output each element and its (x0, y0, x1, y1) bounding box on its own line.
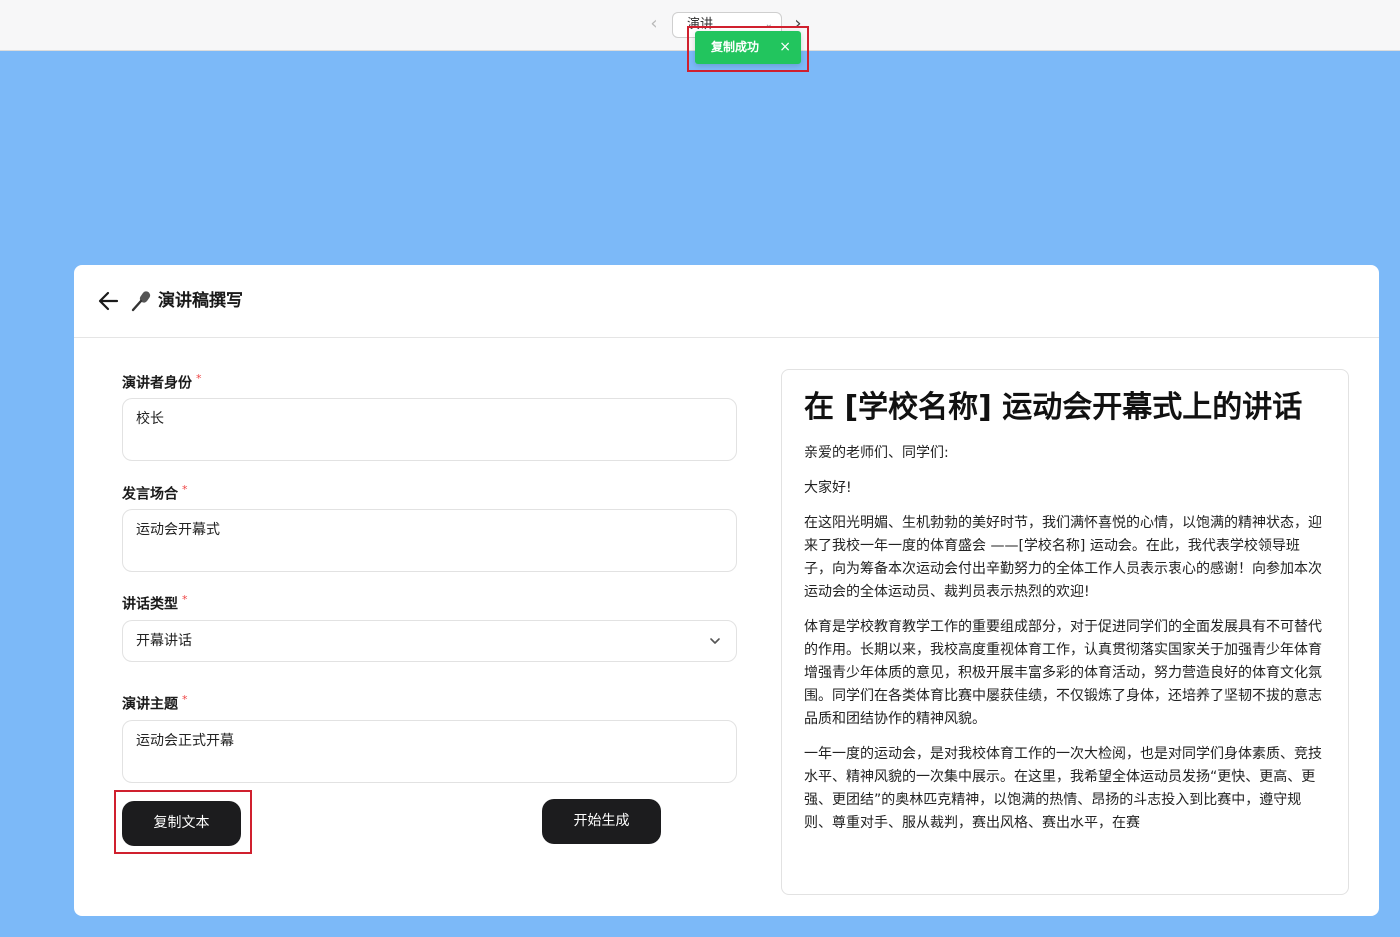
topic-label: 演讲主题 * (122, 690, 188, 715)
success-toast: 复制成功 × (695, 31, 801, 64)
arrow-left-icon[interactable] (96, 287, 122, 315)
speech-type-label-text: 讲话类型 (122, 596, 178, 613)
speech-writer-card: 演讲稿撰写 演讲者身份 * 校长 发言场合 * 运动会开幕式 讲话类型 * 开幕讲话 … (74, 265, 1379, 916)
required-mark: * (182, 593, 188, 606)
card-header: 演讲稿撰写 (74, 265, 1379, 338)
speech-paragraph: 在这阳光明媚、生机勃勃的美好时节，我们满怀喜悦的心情，以饱满的精神状态，迎来了我… (804, 515, 1322, 600)
page-title-text: 演讲稿撰写 (158, 291, 243, 311)
occasion-input[interactable]: 运动会开幕式 (122, 509, 737, 572)
speaker-label-text: 演讲者身份 (122, 375, 192, 392)
toast-message: 复制成功 (711, 40, 760, 54)
speech-type-select[interactable]: 开幕讲话 (122, 620, 737, 662)
speaker-value: 校长 (136, 411, 164, 427)
speech-paragraph: 体育是学校教育教学工作的重要组成部分，对于促进同学们的全面发展具有不可替代的作用… (804, 619, 1322, 727)
occasion-label: 发言场合 * (122, 480, 188, 505)
speech-type-label: 讲话类型 * (122, 590, 188, 615)
speech-preview-panel: 在 [学校名称] 运动会开幕式上的讲话 亲爱的老师们、同学们: 大家好! 在这阳… (781, 369, 1349, 895)
required-mark: * (196, 372, 202, 385)
toast-close-icon[interactable]: × (779, 31, 791, 64)
copy-text-button[interactable]: 复制文本 (122, 801, 241, 846)
required-mark: * (182, 483, 188, 496)
speech-paragraph: 亲爱的老师们、同学们: (804, 445, 949, 461)
topic-label-text: 演讲主题 (122, 696, 178, 713)
required-mark: * (182, 693, 188, 706)
start-generate-button[interactable]: 开始生成 (542, 799, 661, 844)
speech-type-value: 开幕讲话 (136, 633, 192, 649)
speech-title: 在 [学校名称] 运动会开幕式上的讲话 (804, 390, 1303, 425)
chevron-left-icon[interactable]: ‹ (643, 13, 665, 35)
occasion-value: 运动会开幕式 (136, 522, 220, 538)
speaker-label: 演讲者身份 * (122, 369, 202, 394)
occasion-label-text: 发言场合 (122, 486, 178, 503)
speech-paragraph: 一年一度的运动会，是对我校体育工作的一次大检阅，也是对同学们身体素质、竞技水平、… (804, 746, 1322, 831)
microphone-icon (131, 291, 151, 312)
chevron-down-icon (710, 638, 720, 644)
topic-input[interactable]: 运动会正式开幕 (122, 720, 737, 783)
page-title: 演讲稿撰写 (130, 287, 243, 315)
speech-paragraph: 大家好! (804, 480, 852, 496)
speaker-input[interactable]: 校长 (122, 398, 737, 461)
topic-value: 运动会正式开幕 (136, 733, 234, 749)
